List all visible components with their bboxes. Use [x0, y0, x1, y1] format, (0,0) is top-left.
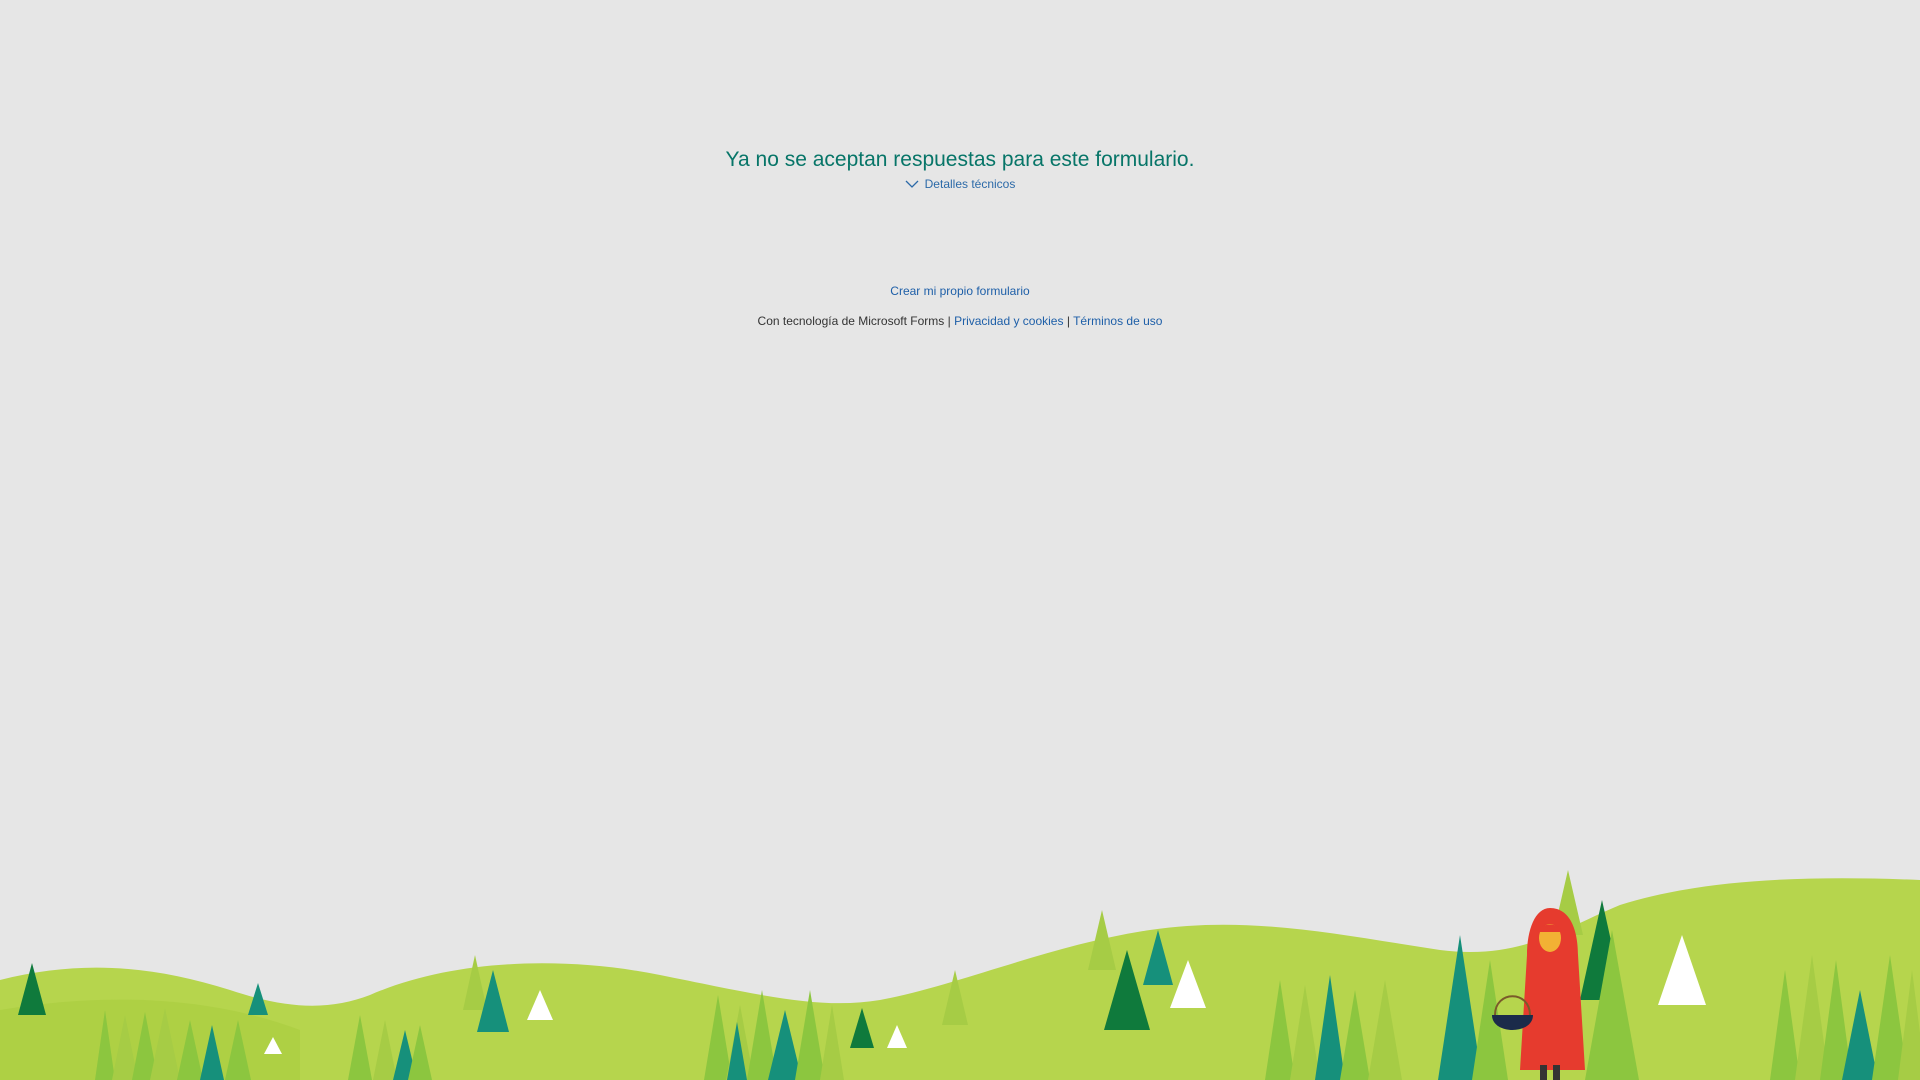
technical-details-toggle[interactable]: Detalles técnicos [905, 176, 1016, 192]
footer: Con tecnología de Microsoft Forms | Priv… [0, 313, 1920, 329]
terms-of-use-link[interactable]: Términos de uso [1073, 314, 1162, 328]
closed-form-message: Ya no se aceptan respuestas para este fo… [725, 148, 1195, 171]
error-page: Ya no se aceptan respuestas para este fo… [0, 0, 1920, 1080]
privacy-cookies-link[interactable]: Privacidad y cookies [954, 314, 1063, 328]
create-own-form-link[interactable]: Crear mi propio formulario [890, 284, 1029, 298]
powered-by-text: Con tecnología de Microsoft Forms [757, 314, 945, 328]
message-block: Ya no se aceptan respuestas para este fo… [0, 145, 1920, 194]
chevron-down-icon [905, 180, 919, 188]
create-form-row: Crear mi propio formulario [0, 283, 1920, 299]
technical-details-label: Detalles técnicos [924, 177, 1016, 191]
footer-separator: | [1066, 314, 1070, 328]
footer-separator: | [947, 314, 951, 328]
forest-landscape-illustration [0, 870, 1920, 1080]
